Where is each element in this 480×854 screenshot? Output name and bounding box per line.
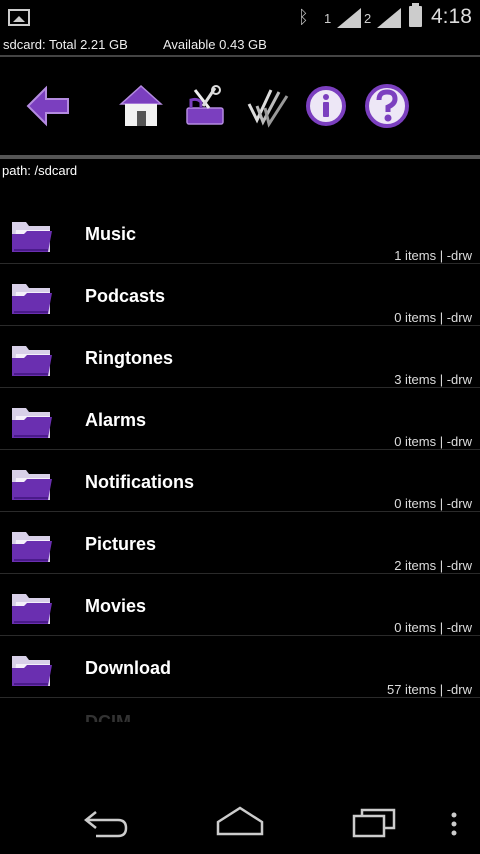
help-icon xyxy=(365,84,409,128)
folder-name: Download xyxy=(85,658,171,678)
folder-icon xyxy=(12,222,52,252)
folder-name: Ringtones xyxy=(85,348,173,368)
recents-icon xyxy=(352,808,396,838)
folder-name: Pictures xyxy=(85,534,157,554)
partial-list-item: DCIM xyxy=(85,712,131,722)
folder-meta: 0 items | -drw xyxy=(394,434,472,449)
folder-name: Podcasts xyxy=(85,286,166,306)
folder-name: Notifications xyxy=(85,472,195,492)
folder-icon xyxy=(12,470,52,500)
list-item[interactable]: Download 57 items | -drw xyxy=(0,636,480,698)
folder-icon xyxy=(12,284,52,314)
folder-meta: 2 items | -drw xyxy=(394,558,472,573)
info-button[interactable] xyxy=(302,82,350,130)
nav-back-button[interactable] xyxy=(82,804,130,845)
bluetooth-icon: ᛒ xyxy=(298,7,309,27)
home-outline-icon xyxy=(216,806,264,836)
divider xyxy=(0,155,480,159)
signal-icon xyxy=(377,8,401,28)
folder-icon xyxy=(12,346,52,376)
overflow-menu-icon xyxy=(451,812,457,836)
list-item[interactable]: Notifications 0 items | -drw xyxy=(0,450,480,512)
folder-meta: 1 items | -drw xyxy=(394,248,472,263)
navigation-bar xyxy=(0,790,480,854)
tools-icon xyxy=(186,85,224,125)
storage-available: Available 0.43 GB xyxy=(163,37,267,52)
list-item[interactable]: Movies 0 items | -drw xyxy=(0,574,480,636)
nav-recents-button[interactable] xyxy=(350,804,398,845)
folder-meta: 3 items | -drw xyxy=(394,372,472,387)
storage-info: sdcard: Total 2.21 GB Available 0.43 GB xyxy=(3,37,267,52)
status-bar: ᛒ 1 2 4:18 xyxy=(0,0,480,34)
folder-icon xyxy=(12,594,52,624)
current-path: path: /sdcard xyxy=(2,163,78,178)
nav-home-button[interactable] xyxy=(214,804,266,845)
home-button[interactable] xyxy=(117,82,165,130)
back-button[interactable] xyxy=(24,82,72,130)
folder-meta: 57 items | -drw xyxy=(386,682,472,697)
back-arrow-icon xyxy=(83,811,128,838)
home-icon xyxy=(119,84,163,126)
storage-total: sdcard: Total 2.21 GB xyxy=(3,37,128,52)
folder-meta: 0 items | -drw xyxy=(394,620,472,635)
help-button[interactable] xyxy=(363,82,411,130)
sim2-label: 2 xyxy=(364,11,372,26)
folder-icon xyxy=(12,408,52,438)
sim1-label: 1 xyxy=(324,11,332,26)
battery-icon xyxy=(409,3,422,27)
list-item[interactable]: Ringtones 3 items | -drw xyxy=(0,326,480,388)
folder-icon xyxy=(12,656,52,686)
folder-name: Music xyxy=(85,224,137,244)
image-notification-icon xyxy=(8,9,30,26)
back-icon xyxy=(26,85,69,127)
folder-icon xyxy=(12,532,52,562)
folder-meta: 0 items | -drw xyxy=(394,496,472,511)
file-list: Music 1 items | -drw Podcasts 0 items | … xyxy=(0,202,480,698)
folder-meta: 0 items | -drw xyxy=(394,310,472,325)
overflow-menu-button[interactable] xyxy=(450,812,458,841)
list-item[interactable]: Music 1 items | -drw xyxy=(0,202,480,264)
signal-icon xyxy=(337,8,361,28)
list-item[interactable]: Podcasts 0 items | -drw xyxy=(0,264,480,326)
info-icon xyxy=(306,86,346,126)
multiselect-button[interactable] xyxy=(243,82,291,130)
list-item[interactable]: Pictures 2 items | -drw xyxy=(0,512,480,574)
divider xyxy=(0,55,480,57)
folder-name: Alarms xyxy=(85,410,147,430)
multiselect-icon xyxy=(247,89,289,128)
clock: 4:18 xyxy=(431,5,472,28)
tools-button[interactable] xyxy=(181,82,229,130)
list-item[interactable]: Alarms 0 items | -drw xyxy=(0,388,480,450)
folder-name: Movies xyxy=(85,596,147,616)
